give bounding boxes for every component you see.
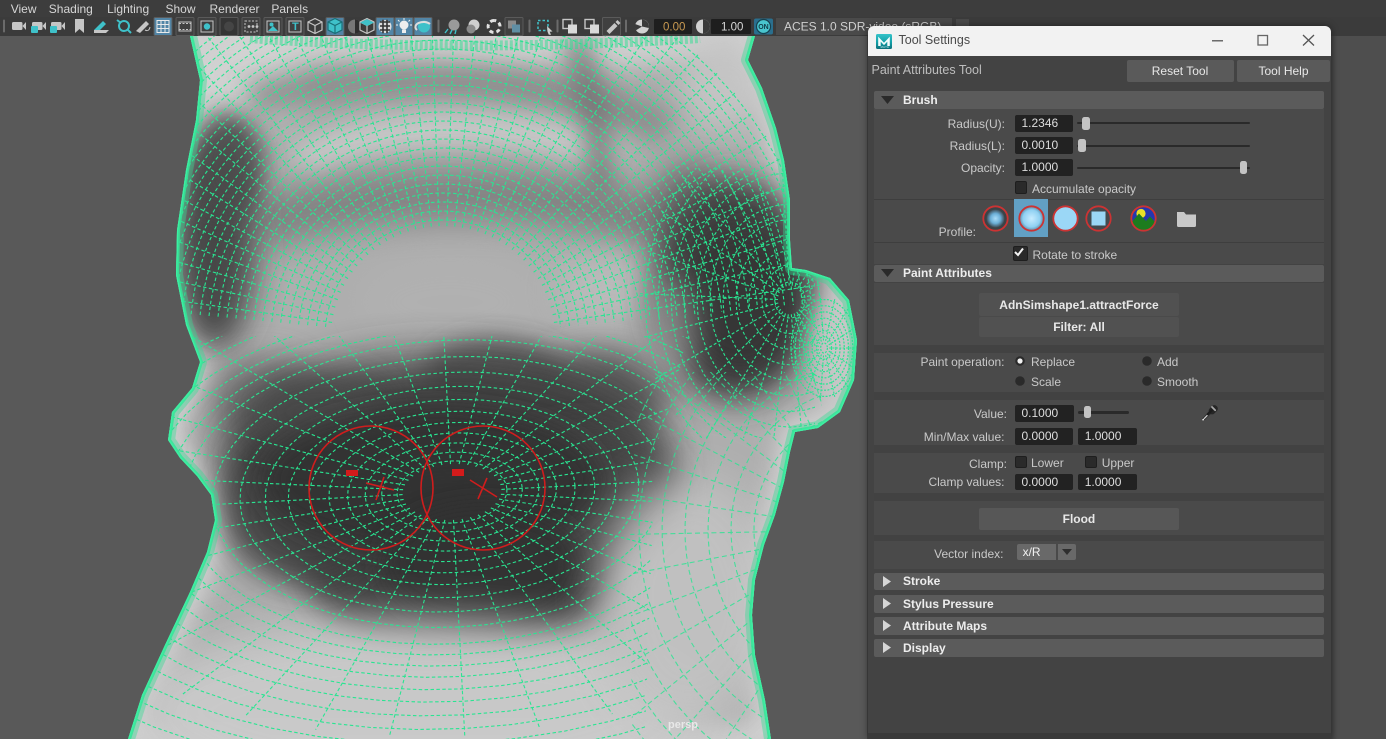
- svg-text:MAYA: MAYA: [881, 45, 890, 49]
- svg-text:1.00: 1.00: [721, 22, 743, 34]
- svg-text:T: T: [292, 21, 299, 33]
- svg-text:ON: ON: [758, 24, 769, 31]
- svg-text:persp: persp: [668, 719, 698, 731]
- svg-text:0.00: 0.00: [663, 22, 685, 34]
